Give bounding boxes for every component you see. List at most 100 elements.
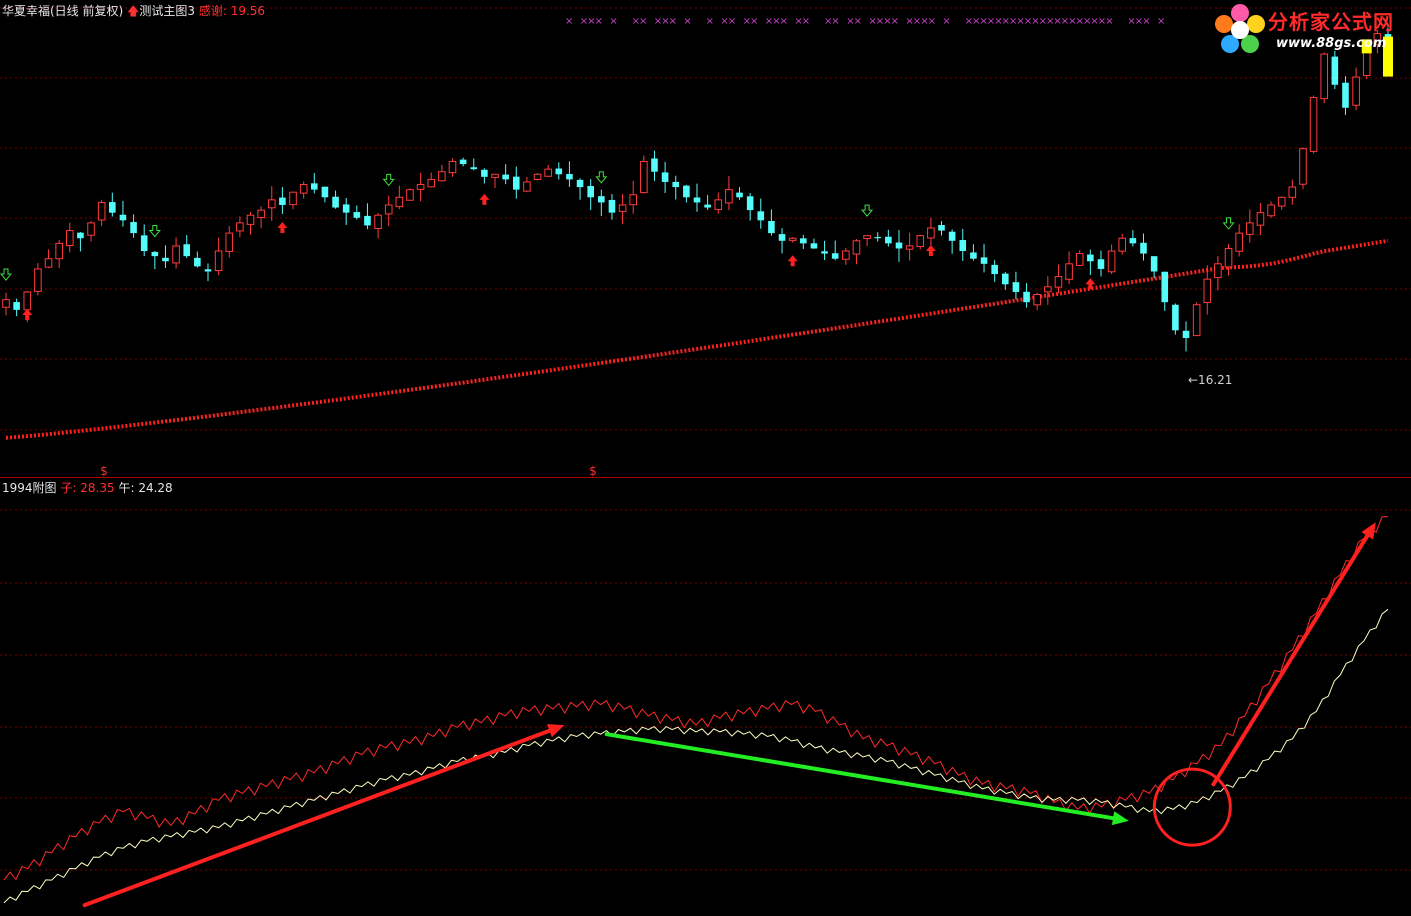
candle-body-up: [1214, 263, 1222, 279]
logo-url: www.88gs.com: [1276, 36, 1387, 51]
candle-body-up: [1203, 278, 1212, 304]
candle-body-up: [214, 250, 223, 272]
top-signal-mark: ×: [750, 16, 758, 27]
down-arrow-icon: [595, 171, 608, 184]
candle-body-up: [1192, 304, 1201, 337]
candle-body-up: [65, 230, 74, 247]
candle-body-down: [970, 252, 977, 259]
candle-body-up: [725, 189, 733, 204]
candle-body-up: [374, 214, 382, 229]
top-signal-mark: ×: [854, 16, 862, 27]
candle-body-up: [299, 184, 308, 194]
candle-body-up: [1299, 148, 1307, 185]
top-signal-mark: ×: [609, 16, 617, 27]
down-arrow-icon: [861, 204, 874, 217]
candle-body-down: [608, 199, 616, 213]
top-signal-mark: ×: [928, 16, 936, 27]
annotation-arrow-shaft: [1211, 533, 1370, 787]
candle-body-up: [236, 222, 244, 232]
top-signal-mark: ×: [669, 16, 677, 27]
candle-body-up: [618, 204, 627, 212]
candle-body-down: [1140, 242, 1147, 254]
candle-body-down: [959, 240, 967, 252]
annotation-arrow-head: [546, 724, 565, 738]
candle-body-up: [788, 237, 797, 241]
candle-body-down: [183, 244, 191, 257]
candle-body-down: [109, 202, 116, 213]
candle-body-up: [44, 258, 53, 268]
top-signal-mark: ×: [942, 16, 950, 27]
down-arrow-icon: [1222, 217, 1235, 230]
top-signal-mark: ×: [780, 16, 788, 27]
wu-value: 24.28: [138, 481, 173, 495]
candle-body-down: [800, 238, 807, 244]
candle-body-up: [97, 201, 106, 221]
candle-body-up: [1267, 204, 1275, 217]
candle-body-up: [267, 199, 276, 209]
dollar-marker: $: [100, 464, 108, 478]
candle-body-up: [289, 191, 297, 206]
candle-body-up: [1309, 97, 1318, 152]
top-signal-mark: ×: [1105, 16, 1113, 27]
indicator-name: 测试主图3: [139, 4, 195, 18]
candle-body-down: [980, 257, 988, 264]
top-signal-mark: ×: [1142, 16, 1150, 27]
candle-body-down: [1023, 291, 1030, 303]
candle-body-down: [1097, 259, 1105, 269]
candle-body-down: [757, 211, 765, 221]
candle-body-down: [683, 185, 690, 198]
down-arrow-icon: [382, 173, 395, 187]
candle-body-down: [279, 197, 286, 205]
candle-body-down: [991, 264, 998, 275]
up-arrow-icon: 🡅: [127, 4, 140, 18]
top-signal-marks: × × × × × × × × × × × × × × × × × × × × × × × × × × × × × × × × × × × × × × × ×…: [565, 16, 1165, 27]
candle-body-up: [1352, 76, 1360, 106]
sub-chart-lines: [3, 516, 1389, 904]
candle-body-down: [310, 183, 318, 190]
thanks-value: 19.56: [230, 4, 266, 18]
candle-body-down: [661, 172, 669, 182]
grid-lines: [0, 7, 1411, 871]
candle-body-down: [1129, 238, 1137, 244]
site-logo: 分析家公式网 www.88gs.com: [1212, 2, 1408, 58]
candle-body-down: [587, 186, 594, 198]
candle-body-up: [629, 194, 638, 206]
candle-body-up: [640, 160, 648, 194]
zi-value: 28.35: [80, 481, 115, 495]
candle-body-up: [1277, 196, 1286, 207]
candle-body-up: [225, 232, 234, 252]
candle-body-up: [448, 160, 457, 174]
sub-chart-annotations: [82, 522, 1376, 908]
annotation-arrow-head: [1111, 811, 1129, 826]
candle-body-up: [916, 235, 925, 247]
chart-canvas: × × × × × × × × × × × × × × × × × × × × × × × × × × × × × × × × × × × × × × × ×…: [0, 0, 1411, 908]
candle-body-down: [821, 251, 828, 254]
candle-body-down: [162, 257, 169, 262]
candle-body-down: [938, 225, 945, 231]
candle-body-down: [332, 196, 339, 208]
candle-body-up: [257, 209, 265, 219]
candle-body-up: [842, 250, 850, 260]
candle-body-down: [194, 257, 201, 267]
flower-icon: [1215, 4, 1265, 53]
candle-body-down: [1182, 330, 1190, 338]
candle-body-up: [1107, 250, 1116, 273]
candle-body-up: [1235, 232, 1243, 252]
up-arrow-icon: [925, 245, 936, 257]
candle-body-up: [1288, 186, 1297, 198]
candle-body-up: [1246, 222, 1254, 235]
candle-body-down: [77, 232, 84, 239]
wu-label: 午: [118, 481, 131, 495]
candle-body-down: [321, 186, 329, 198]
stock-name: 华夏幸福(日线 前复权): [2, 4, 124, 18]
candle-body-down: [481, 169, 488, 177]
candle-body-up: [1075, 253, 1084, 266]
candle-body-up: [384, 204, 393, 215]
candle-body-down: [470, 167, 478, 170]
top-signal-mark: ×: [595, 16, 603, 27]
candle-body-up: [172, 245, 180, 264]
zi-label: 子: [60, 481, 73, 495]
sub-chart-header: 1994附图 子: 28.35 午: 24.28: [2, 481, 173, 495]
ma-line: [5, 238, 1389, 440]
candle-body-down: [598, 196, 605, 203]
